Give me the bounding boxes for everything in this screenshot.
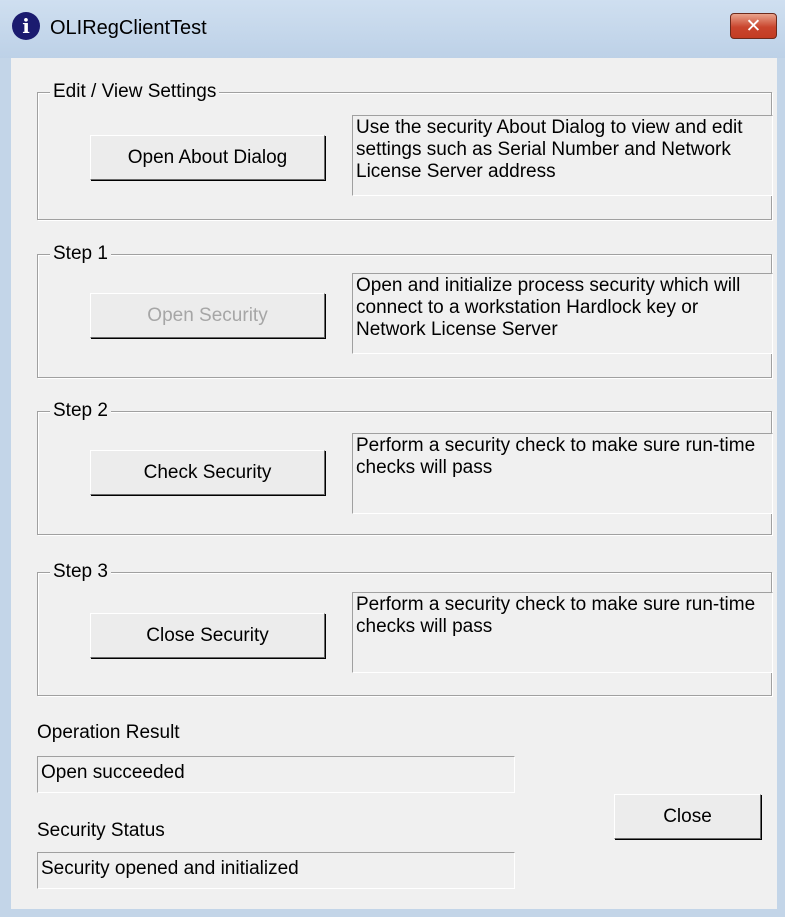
group-description: Perform a security check to make sure ru…	[352, 592, 773, 673]
window-title: OLIRegClientTest	[50, 17, 207, 39]
dialog-window: i OLIRegClientTest ✕ Edit / View Setting…	[0, 0, 785, 917]
operation-result-field: Open succeeded	[37, 756, 515, 793]
group-label: Step 1	[50, 243, 111, 265]
window-close-button[interactable]: ✕	[730, 13, 777, 39]
security-status-label: Security Status	[37, 820, 165, 841]
group-description: Open and initialize process security whi…	[352, 273, 773, 354]
title-bar[interactable]: i OLIRegClientTest ✕	[0, 0, 785, 58]
group-description: Perform a security check to make sure ru…	[352, 433, 773, 514]
group-label: Step 2	[50, 400, 111, 422]
group-description: Use the security About Dialog to view an…	[352, 115, 773, 196]
operation-result-label: Operation Result	[37, 722, 180, 743]
info-icon: i	[12, 12, 40, 40]
group-step-1: Step 1 Open Security Open and initialize…	[37, 243, 773, 378]
group-label: Step 3	[50, 561, 111, 583]
group-step-3: Step 3 Close Security Perform a security…	[37, 561, 773, 696]
group-step-2: Step 2 Check Security Perform a security…	[37, 400, 773, 535]
close-security-button[interactable]: Close Security	[90, 613, 325, 658]
dialog-client-area: Edit / View Settings Open About Dialog U…	[11, 58, 777, 909]
group-edit-view-settings: Edit / View Settings Open About Dialog U…	[37, 81, 773, 220]
check-security-button[interactable]: Check Security	[90, 450, 325, 495]
close-button[interactable]: Close	[614, 794, 761, 839]
open-security-button[interactable]: Open Security	[90, 293, 325, 338]
security-status-field: Security opened and initialized	[37, 852, 515, 889]
group-label: Edit / View Settings	[50, 81, 220, 103]
open-about-dialog-button[interactable]: Open About Dialog	[90, 135, 325, 180]
